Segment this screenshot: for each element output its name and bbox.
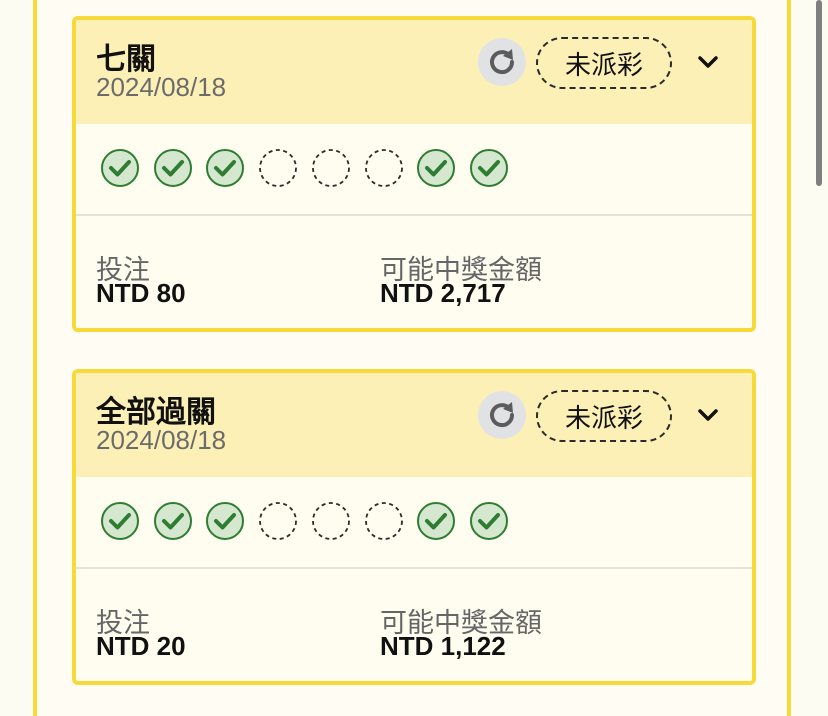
potential-payout-value: NTD 1,122 — [380, 631, 506, 661]
dashed-circle-icon — [364, 149, 403, 187]
check-circle-icon — [153, 149, 192, 187]
refresh-icon[interactable] — [478, 38, 526, 86]
bet-date: 2024/08/18 — [96, 72, 227, 102]
check-circle-icon — [101, 149, 139, 187]
check-circle-icon — [469, 149, 508, 187]
status-badge: 未派彩 — [536, 390, 672, 442]
bet-card[interactable]: 七關 2024/08/18 未派彩 投注 NTD 80 可能中獎金額 NTD 2… — [72, 16, 756, 332]
chevron-down-icon[interactable] — [696, 407, 720, 423]
check-circle-icon — [417, 149, 456, 187]
status-badge: 未派彩 — [536, 37, 672, 89]
leg-status-row — [76, 124, 752, 216]
chevron-down-icon[interactable] — [696, 54, 720, 70]
check-circle-icon — [153, 502, 192, 540]
check-circle-icon — [469, 502, 508, 540]
stake-value: NTD 80 — [96, 278, 186, 308]
bet-card-header: 七關 2024/08/18 未派彩 — [76, 20, 752, 124]
stake-value: NTD 20 — [96, 631, 186, 661]
check-circle-icon — [206, 149, 245, 187]
dashed-circle-icon — [259, 149, 297, 187]
check-circle-icon — [206, 502, 245, 540]
scrollbar[interactable] — [816, 0, 822, 186]
bet-card[interactable]: 全部過關 2024/08/18 未派彩 投注 NTD 20 可能中獎金額 NTD… — [72, 369, 756, 685]
check-circle-icon — [417, 502, 456, 540]
bet-card-footer: 投注 NTD 80 可能中獎金額 NTD 2,717 — [76, 216, 752, 328]
bet-card-footer: 投注 NTD 20 可能中獎金額 NTD 1,122 — [76, 569, 752, 681]
dashed-circle-icon — [364, 502, 403, 540]
bet-date: 2024/08/18 — [96, 425, 227, 455]
dashed-circle-icon — [311, 502, 350, 540]
bet-card-header: 全部過關 2024/08/18 未派彩 — [76, 373, 752, 477]
refresh-icon[interactable] — [478, 391, 526, 439]
leg-status-row — [76, 477, 752, 569]
check-circle-icon — [101, 502, 139, 540]
dashed-circle-icon — [259, 502, 297, 540]
potential-payout-value: NTD 2,717 — [380, 278, 506, 308]
dashed-circle-icon — [311, 149, 350, 187]
